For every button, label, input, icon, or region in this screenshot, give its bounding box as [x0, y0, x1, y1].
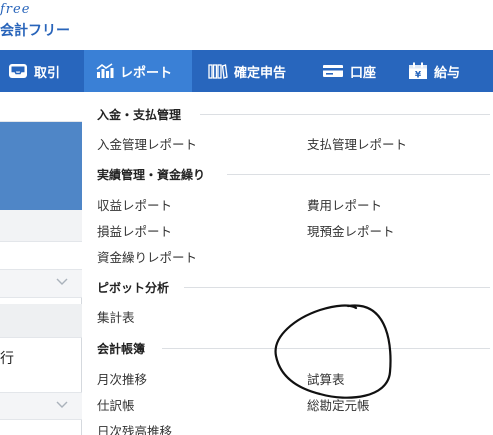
section-divider — [162, 348, 490, 349]
nav-label-payroll: 給与 — [434, 65, 461, 81]
books-icon — [208, 63, 228, 79]
link-cash-deposit-report[interactable]: 現預金レポート — [307, 221, 395, 240]
chevron-down-icon — [56, 401, 68, 412]
section-divider — [184, 287, 490, 288]
nav-label-reports: レポート — [120, 65, 173, 81]
nav-label-accounts: 口座 — [350, 65, 377, 81]
chevron-down-icon — [56, 278, 68, 289]
calendar-yen-icon: ¥ — [408, 62, 428, 80]
background-page: 行 — [0, 92, 82, 435]
link-cashflow-report[interactable]: 資金繰りレポート — [97, 247, 197, 266]
nav-label-transactions: 取引 — [34, 65, 61, 81]
link-profit-loss-report[interactable]: 損益レポート — [97, 221, 172, 240]
nav-item-accounts[interactable]: 口座 — [322, 50, 384, 92]
section-title-accounting-books: 会計帳簿 — [97, 342, 146, 356]
section-title-performance-cashflow: 実績管理・資金繰り — [97, 168, 206, 182]
app-header: free 会計フリー — [0, 0, 493, 50]
nav-item-reports[interactable]: レポート — [84, 50, 192, 92]
nav-item-transactions[interactable]: 取引 — [8, 50, 76, 92]
background-row — [0, 242, 82, 270]
reports-dropdown: 入金・支払管理 入金管理レポート 支払管理レポート 実績管理・資金繰り 収益レポ… — [82, 92, 493, 435]
link-summary-table[interactable]: 集計表 — [97, 307, 135, 326]
section-divider — [200, 114, 490, 115]
link-receivables-report[interactable]: 入金管理レポート — [97, 134, 197, 153]
link-trial-balance[interactable]: 試算表 — [307, 369, 345, 388]
section-title-pivot-analysis: ピボット分析 — [97, 281, 170, 295]
section-divider — [227, 174, 490, 175]
inbox-icon — [8, 63, 28, 79]
background-row — [0, 304, 82, 338]
link-expense-report[interactable]: 費用レポート — [307, 195, 382, 214]
bar-chart-icon — [96, 63, 114, 79]
background-text: 行 — [0, 351, 14, 367]
global-nav: 取引 レポート 確定申告 口座 ¥ 給与 — [0, 50, 493, 92]
nav-item-payroll[interactable]: ¥ 給与 — [408, 50, 478, 92]
nav-label-tax-return: 確定申告 — [234, 65, 287, 81]
background-row — [0, 92, 82, 122]
background-banner — [0, 122, 82, 210]
background-select[interactable] — [0, 270, 82, 298]
svg-text:¥: ¥ — [415, 71, 422, 81]
nav-item-tax-return[interactable]: 確定申告 — [208, 50, 298, 92]
link-monthly-trend[interactable]: 月次推移 — [97, 369, 147, 388]
link-revenue-report[interactable]: 収益レポート — [97, 195, 172, 214]
logo-script: free — [0, 2, 31, 17]
background-select[interactable] — [0, 392, 82, 420]
card-icon — [322, 64, 344, 78]
link-general-ledger[interactable]: 総勘定元帳 — [307, 395, 370, 414]
background-row — [0, 210, 82, 242]
section-title-payment-management: 入金・支払管理 — [97, 108, 182, 122]
link-daily-balance-trend[interactable]: 日次残高推移 — [97, 421, 172, 435]
logo-text[interactable]: 会計フリー — [0, 20, 70, 40]
link-journal[interactable]: 仕訳帳 — [97, 395, 135, 414]
link-payables-report[interactable]: 支払管理レポート — [307, 134, 407, 153]
